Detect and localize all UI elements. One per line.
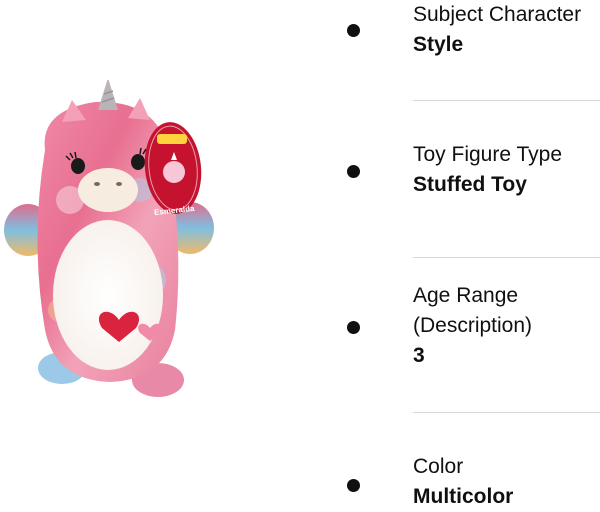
bullet-icon [347, 479, 360, 492]
divider [413, 412, 600, 413]
attribute-label-line-1: Age Range [413, 284, 519, 307]
bullet-icon [347, 321, 360, 334]
product-image[interactable]: Esmeralda [0, 78, 230, 410]
unicorn-plush-illustration [4, 78, 214, 397]
attribute-value: Stuffed Toy [413, 173, 527, 196]
bullet-icon [347, 165, 360, 178]
bullet-icon [347, 24, 360, 37]
attribute-value: 3 [413, 344, 425, 367]
attribute-value: Multicolor [413, 485, 514, 508]
attribute-label: Subject Character [413, 3, 582, 26]
attribute-value: Style [413, 33, 464, 56]
attribute-label-line-2: (Description) [413, 314, 533, 337]
attribute-label: Color [413, 455, 464, 478]
divider [413, 100, 600, 101]
attribute-label: Toy Figure Type [413, 143, 563, 166]
product-attributes-list: Subject Character Style Toy Figure Type … [330, 0, 600, 510]
divider [413, 257, 600, 258]
